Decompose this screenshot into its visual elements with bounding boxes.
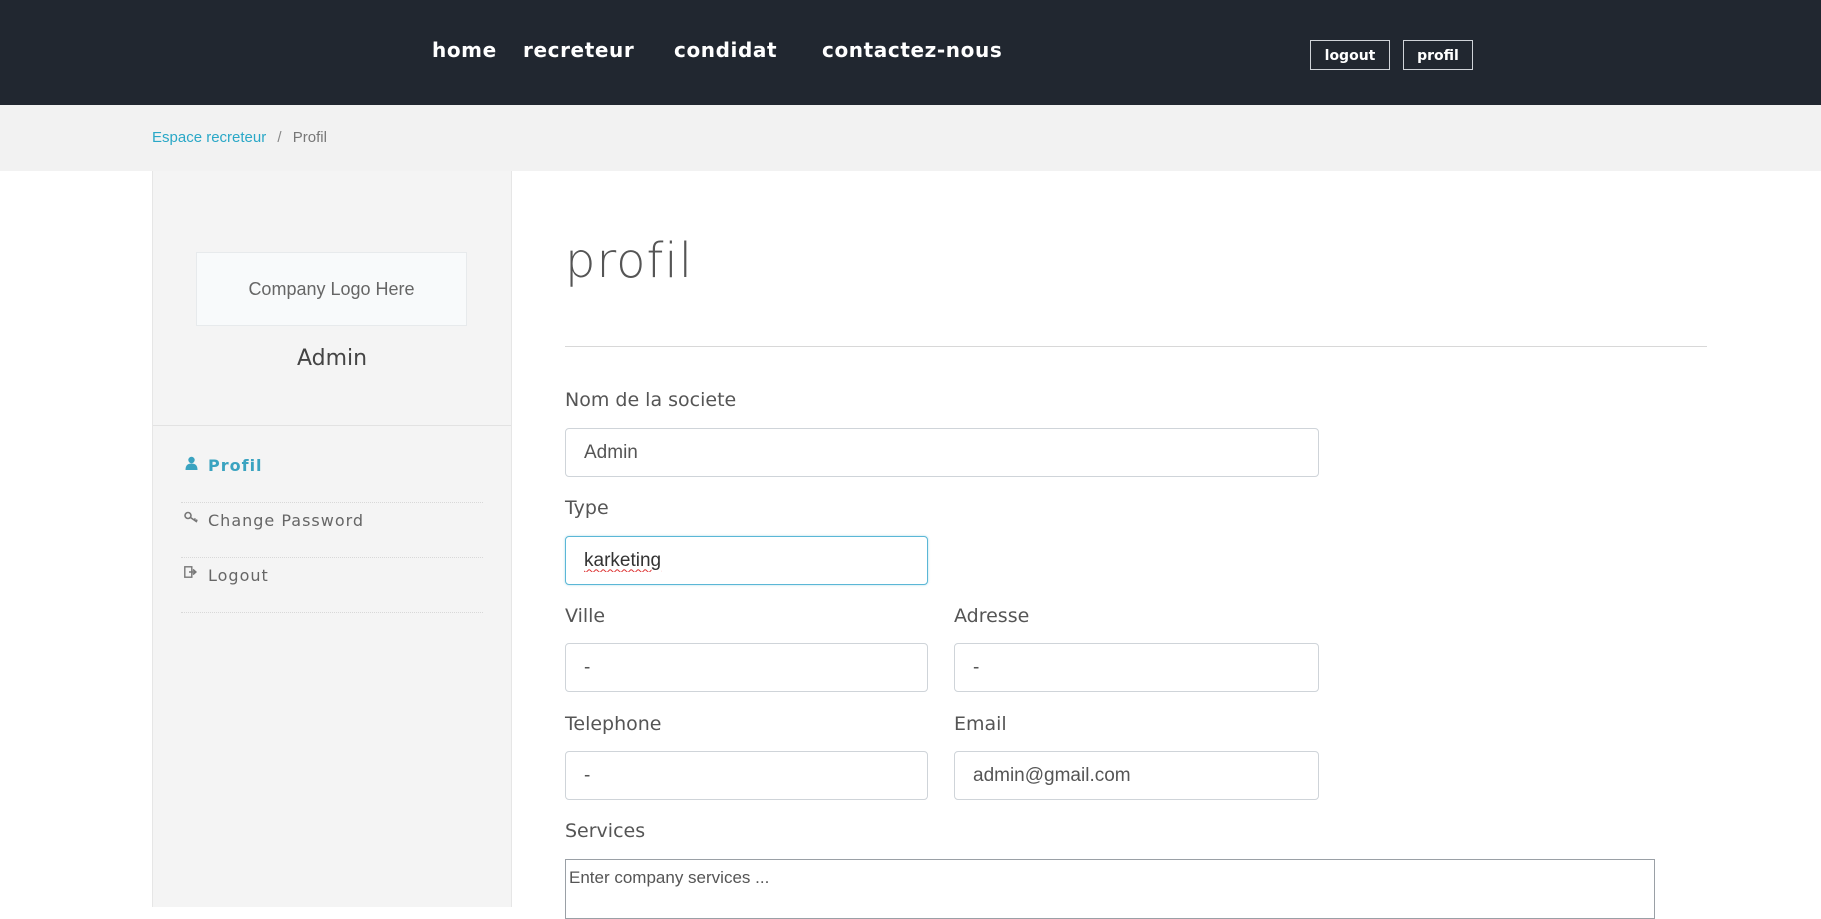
company-logo-placeholder: Company Logo Here <box>196 252 467 326</box>
breadcrumb-current: Profil <box>292 129 327 146</box>
telephone-input[interactable] <box>565 751 928 800</box>
sidebar-item-logout[interactable]: Logout <box>181 558 483 613</box>
company-name-input[interactable] <box>565 428 1319 477</box>
logout-button[interactable]: logout <box>1310 40 1390 70</box>
adresse-label: Adresse <box>954 605 1030 627</box>
breadcrumb-separator: / <box>277 129 282 146</box>
adresse-input[interactable] <box>954 643 1319 692</box>
page-title: profil <box>565 233 694 289</box>
sidebar-menu: Profil Change Password Logout <box>181 448 483 613</box>
nav-link-recreteur[interactable]: recreteur <box>523 38 634 62</box>
sidebar-item-change-password[interactable]: Change Password <box>181 503 483 558</box>
profile-form-area: profil Nom de la societe Type Ville Adre… <box>510 171 1821 919</box>
sidebar: Company Logo Here Admin Profil Change Pa… <box>152 171 512 907</box>
title-divider <box>565 346 1707 347</box>
email-input[interactable] <box>954 751 1319 800</box>
telephone-label: Telephone <box>565 713 662 735</box>
key-icon <box>181 511 201 527</box>
user-icon <box>181 456 201 474</box>
sidebar-item-profil[interactable]: Profil <box>181 448 483 503</box>
sidebar-item-label: Profil <box>208 456 263 475</box>
logout-icon <box>181 566 201 582</box>
nav-link-condidat[interactable]: condidat <box>674 38 777 62</box>
ville-label: Ville <box>565 605 606 627</box>
sidebar-item-label: Change Password <box>208 511 365 530</box>
profil-button[interactable]: profil <box>1403 40 1473 70</box>
email-label: Email <box>954 713 1007 735</box>
company-name-label: Nom de la societe <box>565 389 737 411</box>
breadcrumb-bar: Espace recreteur / Profil <box>0 105 1821 171</box>
sidebar-divider <box>153 425 511 426</box>
type-label: Type <box>565 497 609 519</box>
type-input[interactable] <box>565 536 928 585</box>
user-name: Admin <box>296 346 368 371</box>
sidebar-item-label: Logout <box>208 566 269 585</box>
breadcrumb-link-espace-recreteur[interactable]: Espace recreteur <box>152 129 266 146</box>
ville-input[interactable] <box>565 643 928 692</box>
top-navbar: home recreteur condidat contactez-nous l… <box>0 0 1821 105</box>
nav-links: home recreteur condidat contactez-nous <box>0 38 1821 68</box>
breadcrumb: Espace recreteur / Profil <box>152 129 327 146</box>
services-label: Services <box>565 820 646 842</box>
nav-link-home[interactable]: home <box>432 38 497 62</box>
services-textarea[interactable] <box>565 859 1655 919</box>
nav-link-contactez-nous[interactable]: contactez-nous <box>822 38 1002 62</box>
